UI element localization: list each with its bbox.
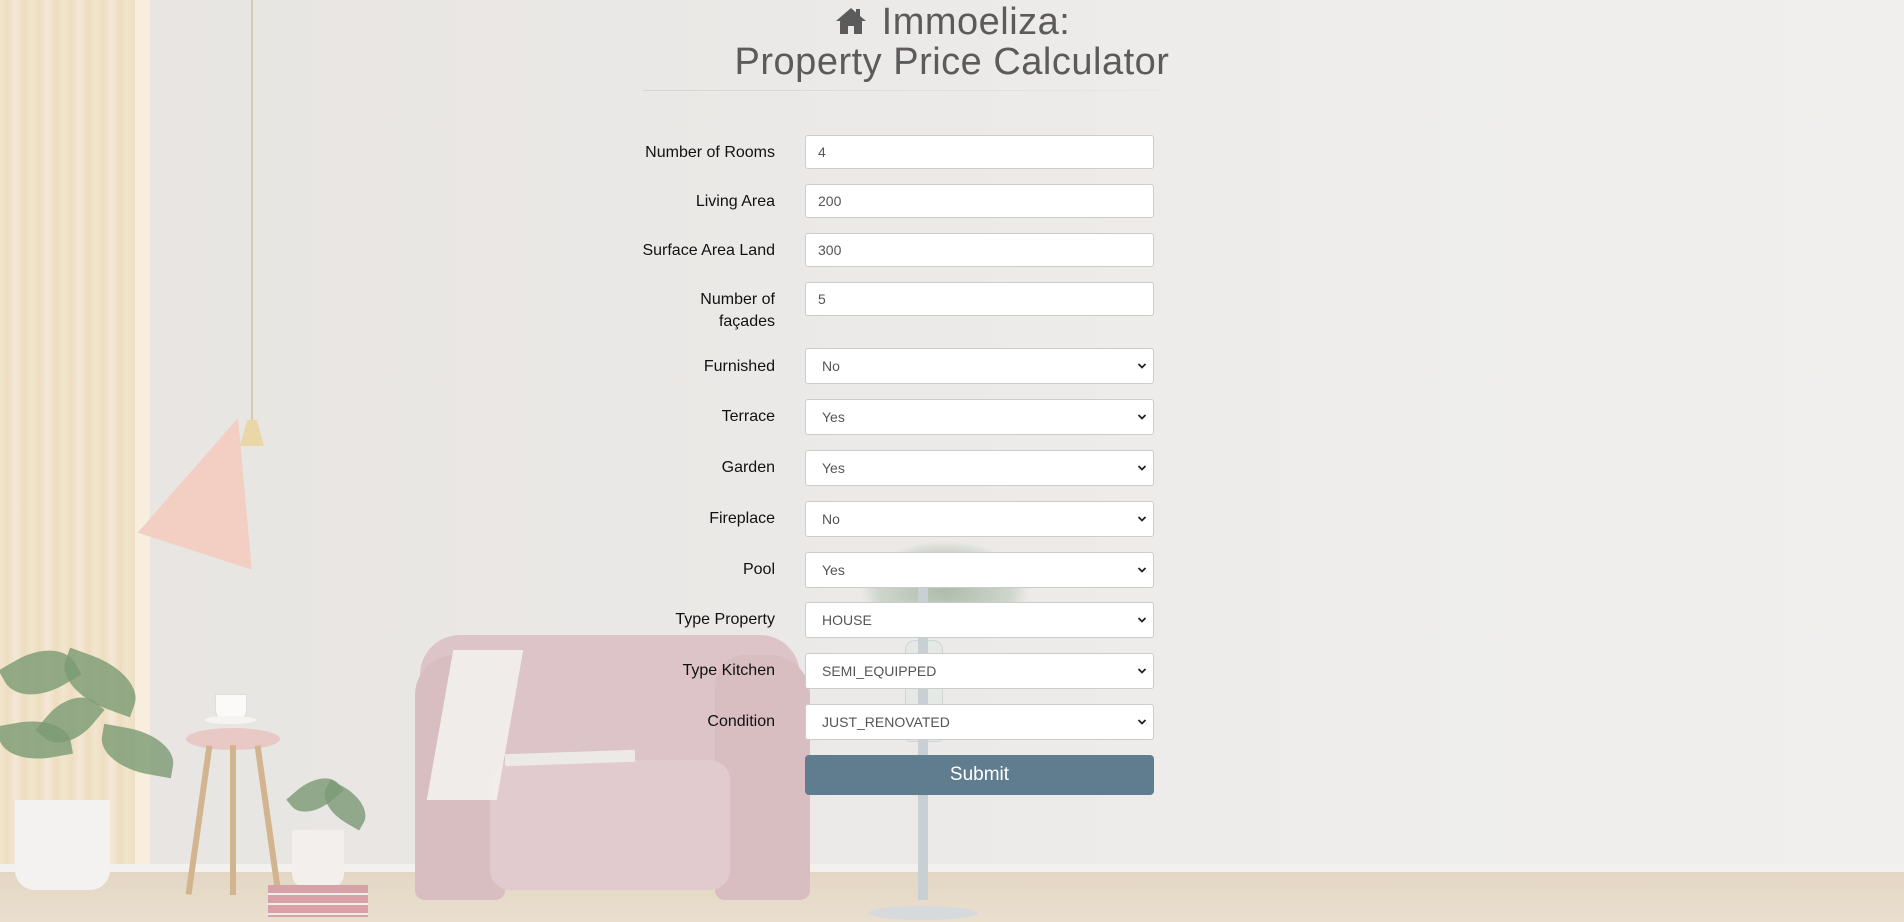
chevron-down-icon (1137, 567, 1147, 573)
furnished-label: Furnished (703, 358, 775, 375)
facades-label-line-2: façades (718, 313, 775, 330)
pool-select[interactable]: Yes (805, 552, 1154, 588)
furnished-select-value: No (822, 358, 840, 374)
chevron-down-icon (1137, 414, 1147, 420)
terrace-select[interactable]: Yes (805, 399, 1154, 435)
furnished-select[interactable]: No (805, 348, 1154, 384)
type-kitchen-label: Type Kitchen (682, 662, 776, 679)
fireplace-select-value: No (822, 511, 840, 527)
condition-select[interactable]: JUST_RENOVATED (805, 704, 1154, 740)
garden-select[interactable]: Yes (805, 450, 1154, 486)
type-property-select[interactable]: HOUSE (805, 602, 1154, 638)
terrace-label: Terrace (721, 408, 775, 425)
rooms-label: Number of Rooms (645, 144, 775, 161)
living-area-input[interactable] (805, 184, 1154, 218)
condition-select-value: JUST_RENOVATED (822, 714, 950, 730)
chevron-down-icon (1137, 363, 1147, 369)
land-area-label: Surface Area Land (642, 242, 775, 259)
facades-label: Number of façades (595, 289, 775, 333)
type-kitchen-select[interactable]: SEMI_EQUIPPED (805, 653, 1154, 689)
pool-label: Pool (742, 561, 775, 578)
chevron-down-icon (1137, 719, 1147, 725)
facades-input[interactable] (805, 282, 1154, 316)
chevron-down-icon (1137, 668, 1147, 674)
fireplace-select[interactable]: No (805, 501, 1154, 537)
type-property-select-value: HOUSE (822, 612, 872, 628)
living-area-label: Living Area (695, 193, 775, 210)
chevron-down-icon (1137, 617, 1147, 623)
type-property-label: Type Property (675, 611, 775, 628)
condition-label: Condition (707, 713, 775, 730)
fireplace-label: Fireplace (709, 510, 775, 527)
garden-select-value: Yes (822, 460, 845, 476)
price-calculator-form: Number of Rooms Living Area Surface Area… (0, 0, 1904, 922)
land-area-input[interactable] (805, 233, 1154, 267)
chevron-down-icon (1137, 465, 1147, 471)
facades-label-line-1: Number of (700, 291, 775, 308)
terrace-select-value: Yes (822, 409, 845, 425)
garden-label: Garden (721, 459, 775, 476)
pool-select-value: Yes (822, 562, 845, 578)
chevron-down-icon (1137, 516, 1147, 522)
submit-button[interactable]: Submit (805, 755, 1154, 795)
type-kitchen-select-value: SEMI_EQUIPPED (822, 663, 937, 679)
rooms-input[interactable] (805, 135, 1154, 169)
